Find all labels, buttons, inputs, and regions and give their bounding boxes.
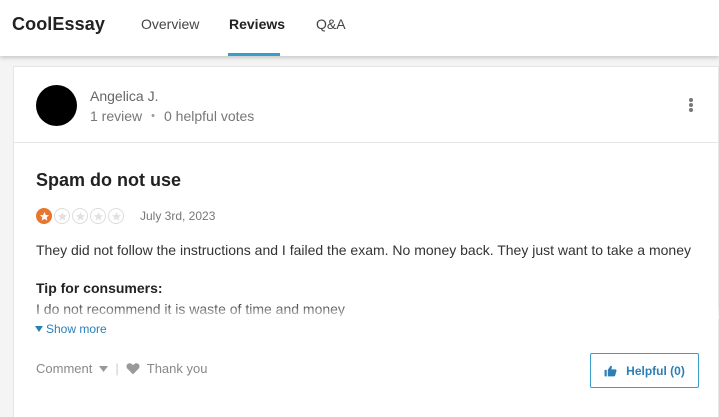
star-rating	[36, 208, 124, 224]
helpful-button[interactable]: Helpful (0)	[590, 353, 699, 388]
review-actions: Comment | Thank you	[36, 361, 207, 376]
helpful-label: Helpful (0)	[626, 363, 685, 378]
tab-overview[interactable]: Overview	[141, 16, 199, 32]
top-navigation: CoolEssay Overview Reviews Q&A	[0, 0, 719, 56]
star-icon	[54, 208, 70, 224]
reviewer-name[interactable]: Angelica J.	[90, 88, 158, 104]
active-tab-indicator	[228, 53, 280, 56]
caret-down-icon	[35, 326, 43, 332]
thank-you-label: Thank you	[146, 361, 208, 376]
review-count: 1 review	[90, 108, 143, 124]
star-icon	[90, 208, 106, 224]
reviewer-meta: 1 review • 0 helpful votes	[90, 108, 254, 124]
review-card: Angelica J. 1 review • 0 helpful votes S…	[13, 66, 719, 417]
helpful-votes-count: 0 helpful votes	[164, 108, 255, 124]
text-fade-overlay	[14, 305, 719, 319]
divider	[14, 142, 719, 143]
star-icon	[36, 208, 52, 224]
review-title: Spam do not use	[36, 170, 182, 190]
meta-separator: •	[151, 110, 155, 122]
comment-label: Comment	[36, 361, 93, 376]
star-icon	[108, 208, 124, 224]
show-more-label: Show more	[46, 322, 107, 336]
brand-logo[interactable]: CoolEssay	[12, 14, 105, 35]
review-date: July 3rd, 2023	[140, 209, 216, 223]
heart-icon	[126, 363, 140, 375]
thumbs-up-icon	[604, 365, 617, 376]
thank-you-button[interactable]: Thank you	[126, 361, 208, 376]
review-body: They did not follow the instructions and…	[36, 242, 691, 258]
show-more-link[interactable]: Show more	[35, 322, 107, 336]
comment-button[interactable]: Comment	[36, 361, 109, 376]
kebab-menu-icon[interactable]	[688, 98, 694, 114]
action-separator: |	[115, 361, 119, 376]
tab-reviews[interactable]: Reviews	[229, 16, 285, 32]
chevron-down-icon	[99, 365, 109, 372]
tip-heading: Tip for consumers:	[36, 280, 163, 296]
tab-qa[interactable]: Q&A	[316, 16, 346, 32]
star-icon	[72, 208, 88, 224]
avatar	[36, 85, 77, 126]
